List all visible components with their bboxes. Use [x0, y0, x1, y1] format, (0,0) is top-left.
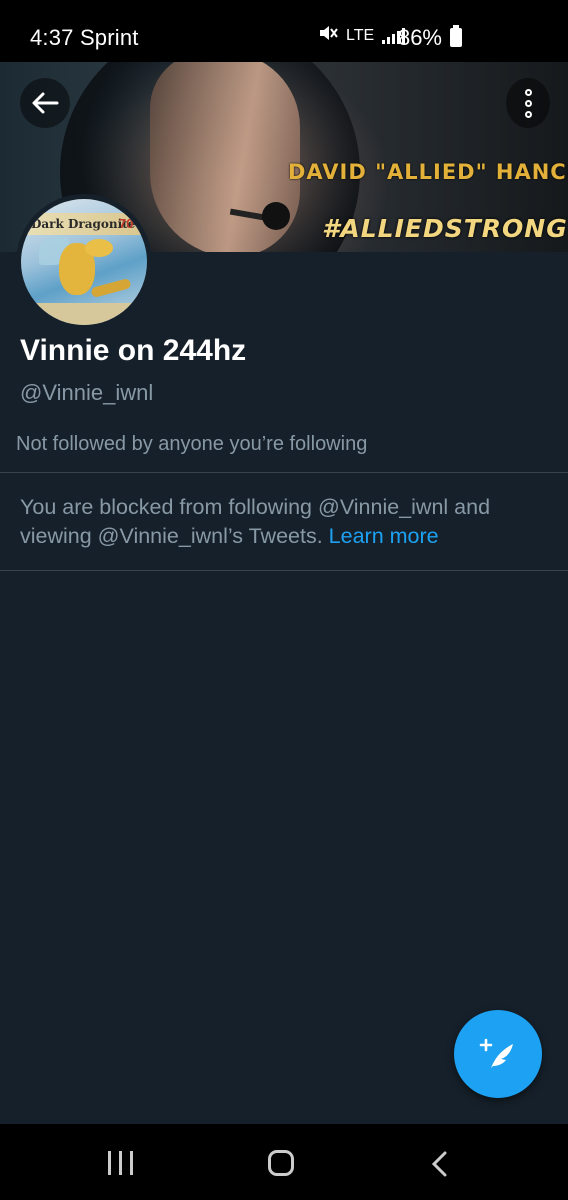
- chevron-left-icon: [431, 1151, 447, 1177]
- banner-title: DAVID "ALLIED" HANCE: [288, 160, 568, 184]
- profile-screen: 4:37 Sprint LTE 86% DAVID "ALLIED" HANCE…: [0, 0, 568, 1200]
- status-bar: 4:37 Sprint LTE 86%: [0, 0, 568, 62]
- battery-percent: 86%: [397, 25, 442, 50]
- arrow-left-icon: [32, 92, 59, 114]
- more-dot-icon: [524, 88, 532, 96]
- recent-apps-button[interactable]: [108, 1151, 133, 1175]
- status-time-carrier: 4:37 Sprint: [30, 25, 139, 51]
- banner-hashtag: #ALLIEDSTRONG: [322, 214, 568, 243]
- learn-more-link[interactable]: Learn more: [329, 524, 439, 548]
- display-name: Vinnie on 244hz: [20, 334, 247, 367]
- status-carrier: Sprint: [79, 25, 139, 50]
- home-button[interactable]: [268, 1150, 294, 1176]
- card-hp: 70: [119, 216, 134, 231]
- banner-headset-mic: [262, 202, 290, 230]
- more-dot-icon: [524, 99, 532, 107]
- avatar-image: Dark Dragonite 70: [21, 199, 147, 325]
- network-label: LTE: [346, 26, 375, 44]
- divider: [0, 472, 568, 473]
- dragon-head: [85, 239, 113, 257]
- battery-icon: [450, 25, 462, 47]
- avatar[interactable]: Dark Dragonite 70: [16, 194, 152, 330]
- follow-context: Not followed by anyone you’re following: [16, 433, 368, 455]
- status-icons: LTE: [318, 24, 406, 47]
- more-dot-icon: [524, 110, 532, 118]
- status-time: 4:37: [30, 25, 74, 50]
- system-back-button[interactable]: [430, 1150, 450, 1183]
- more-options-button[interactable]: [506, 78, 550, 128]
- system-nav-bar: [0, 1124, 568, 1200]
- dragon-tail: [90, 277, 132, 299]
- divider: [0, 570, 568, 571]
- user-handle: @Vinnie_iwnl: [20, 380, 154, 405]
- blocked-notice: You are blocked from following @Vinnie_i…: [20, 493, 540, 551]
- card-footer: [21, 303, 147, 325]
- back-button[interactable]: [20, 78, 70, 128]
- mute-icon: [318, 24, 338, 47]
- compose-feather-icon: [479, 1038, 513, 1068]
- compose-tweet-button[interactable]: [454, 1010, 542, 1098]
